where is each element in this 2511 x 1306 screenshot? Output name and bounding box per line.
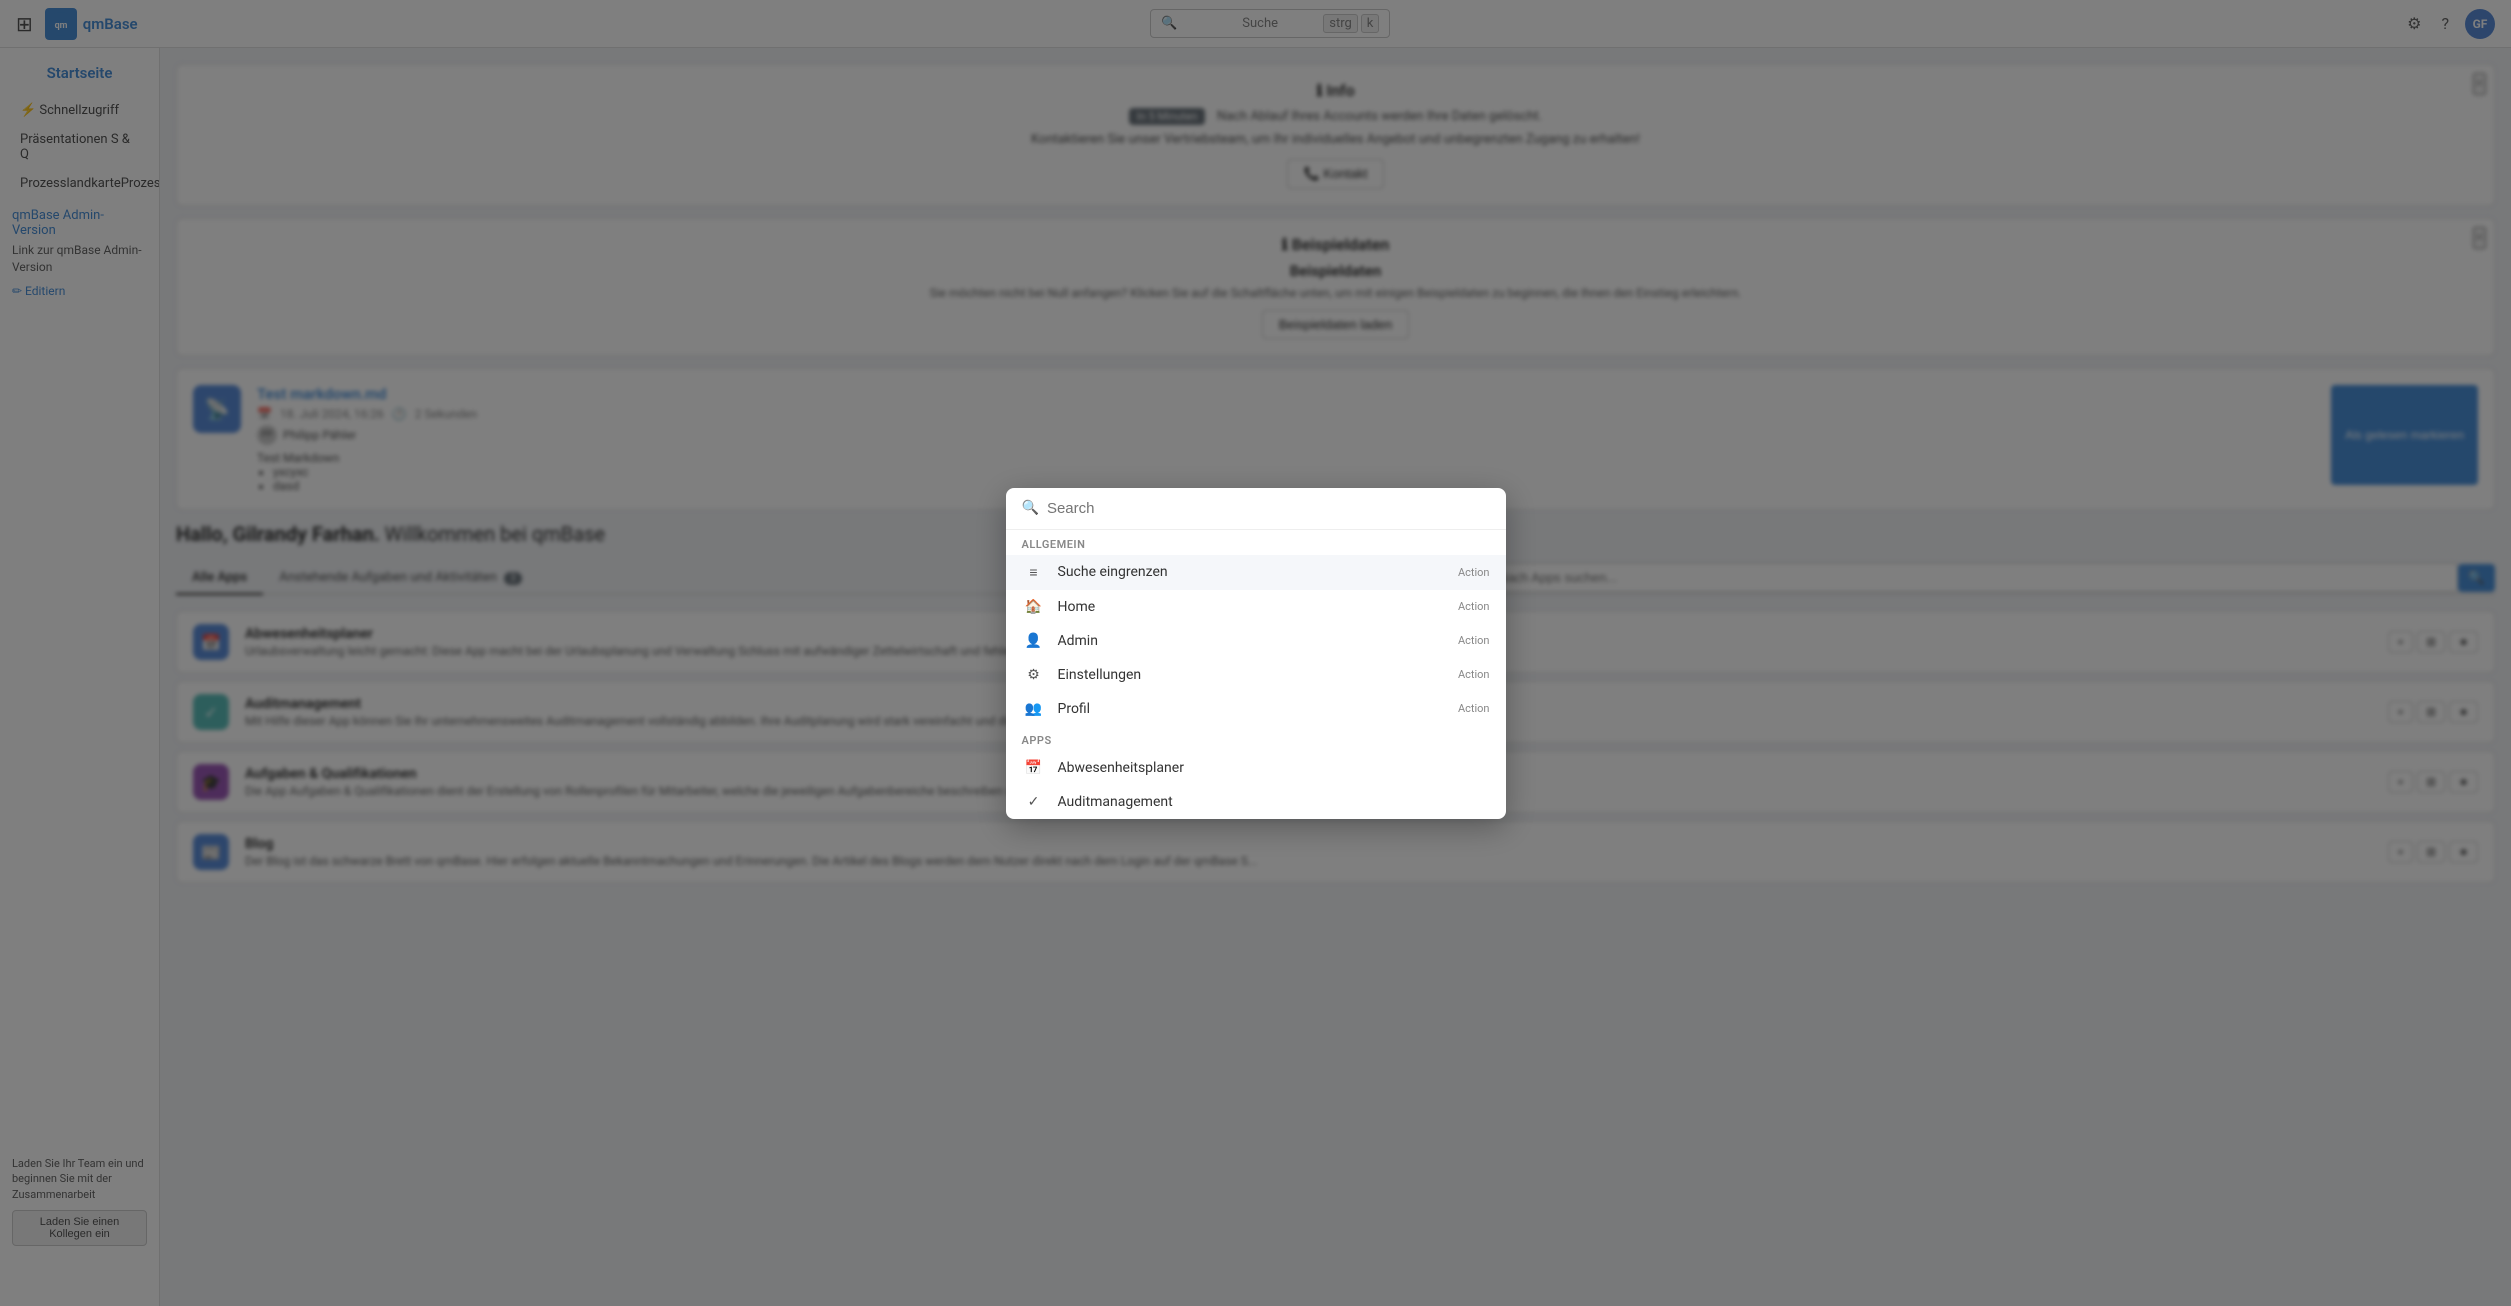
search-item-action: Action [1458, 566, 1490, 579]
search-item-icon: 👥 [1022, 701, 1046, 717]
search-item-icon: 🏠 [1022, 599, 1046, 615]
search-modal-header: 🔍 [1006, 488, 1506, 530]
search-item-label: Abwesenheitsplaner [1058, 760, 1490, 776]
search-modal-icon: 🔍 [1022, 500, 1039, 516]
search-item-label: Home [1058, 599, 1446, 615]
search-item-action: Action [1458, 634, 1490, 647]
search-item-icon: ✓ [1022, 794, 1046, 810]
search-item[interactable]: ⚙ Einstellungen Action [1006, 658, 1506, 692]
search-item[interactable]: ≡ Suche eingrenzen Action [1006, 555, 1506, 590]
search-section-general: Allgemein [1006, 530, 1506, 555]
search-item-action: Action [1458, 702, 1490, 715]
search-overlay[interactable]: 🔍 Allgemein ≡ Suche eingrenzen Action 🏠 … [0, 0, 2511, 1306]
search-item[interactable]: 👥 Profil Action [1006, 692, 1506, 726]
search-item-icon: ⚙ [1022, 667, 1046, 683]
search-item-icon: 👤 [1022, 633, 1046, 649]
search-item-label: Einstellungen [1058, 667, 1446, 683]
search-item-label: Suche eingrenzen [1058, 564, 1446, 580]
search-modal-body: Allgemein ≡ Suche eingrenzen Action 🏠 Ho… [1006, 530, 1506, 819]
search-item-app[interactable]: ✓ Auditmanagement [1006, 785, 1506, 819]
search-item[interactable]: 👤 Admin Action [1006, 624, 1506, 658]
search-item-action: Action [1458, 668, 1490, 681]
search-modal: 🔍 Allgemein ≡ Suche eingrenzen Action 🏠 … [1006, 488, 1506, 819]
search-item-icon: ≡ [1022, 564, 1046, 581]
search-item-label: Profil [1058, 701, 1446, 717]
search-section-apps: Apps [1006, 726, 1506, 751]
search-modal-input[interactable] [1047, 500, 1490, 517]
search-items-general: ≡ Suche eingrenzen Action 🏠 Home Action … [1006, 555, 1506, 726]
search-item-label: Admin [1058, 633, 1446, 649]
search-item-app[interactable]: 📅 Abwesenheitsplaner [1006, 751, 1506, 785]
search-item[interactable]: 🏠 Home Action [1006, 590, 1506, 624]
search-item-action: Action [1458, 600, 1490, 613]
search-item-icon: 📅 [1022, 760, 1046, 776]
search-items-apps: 📅 Abwesenheitsplaner ✓ Auditmanagement [1006, 751, 1506, 819]
search-item-label: Auditmanagement [1058, 794, 1490, 810]
